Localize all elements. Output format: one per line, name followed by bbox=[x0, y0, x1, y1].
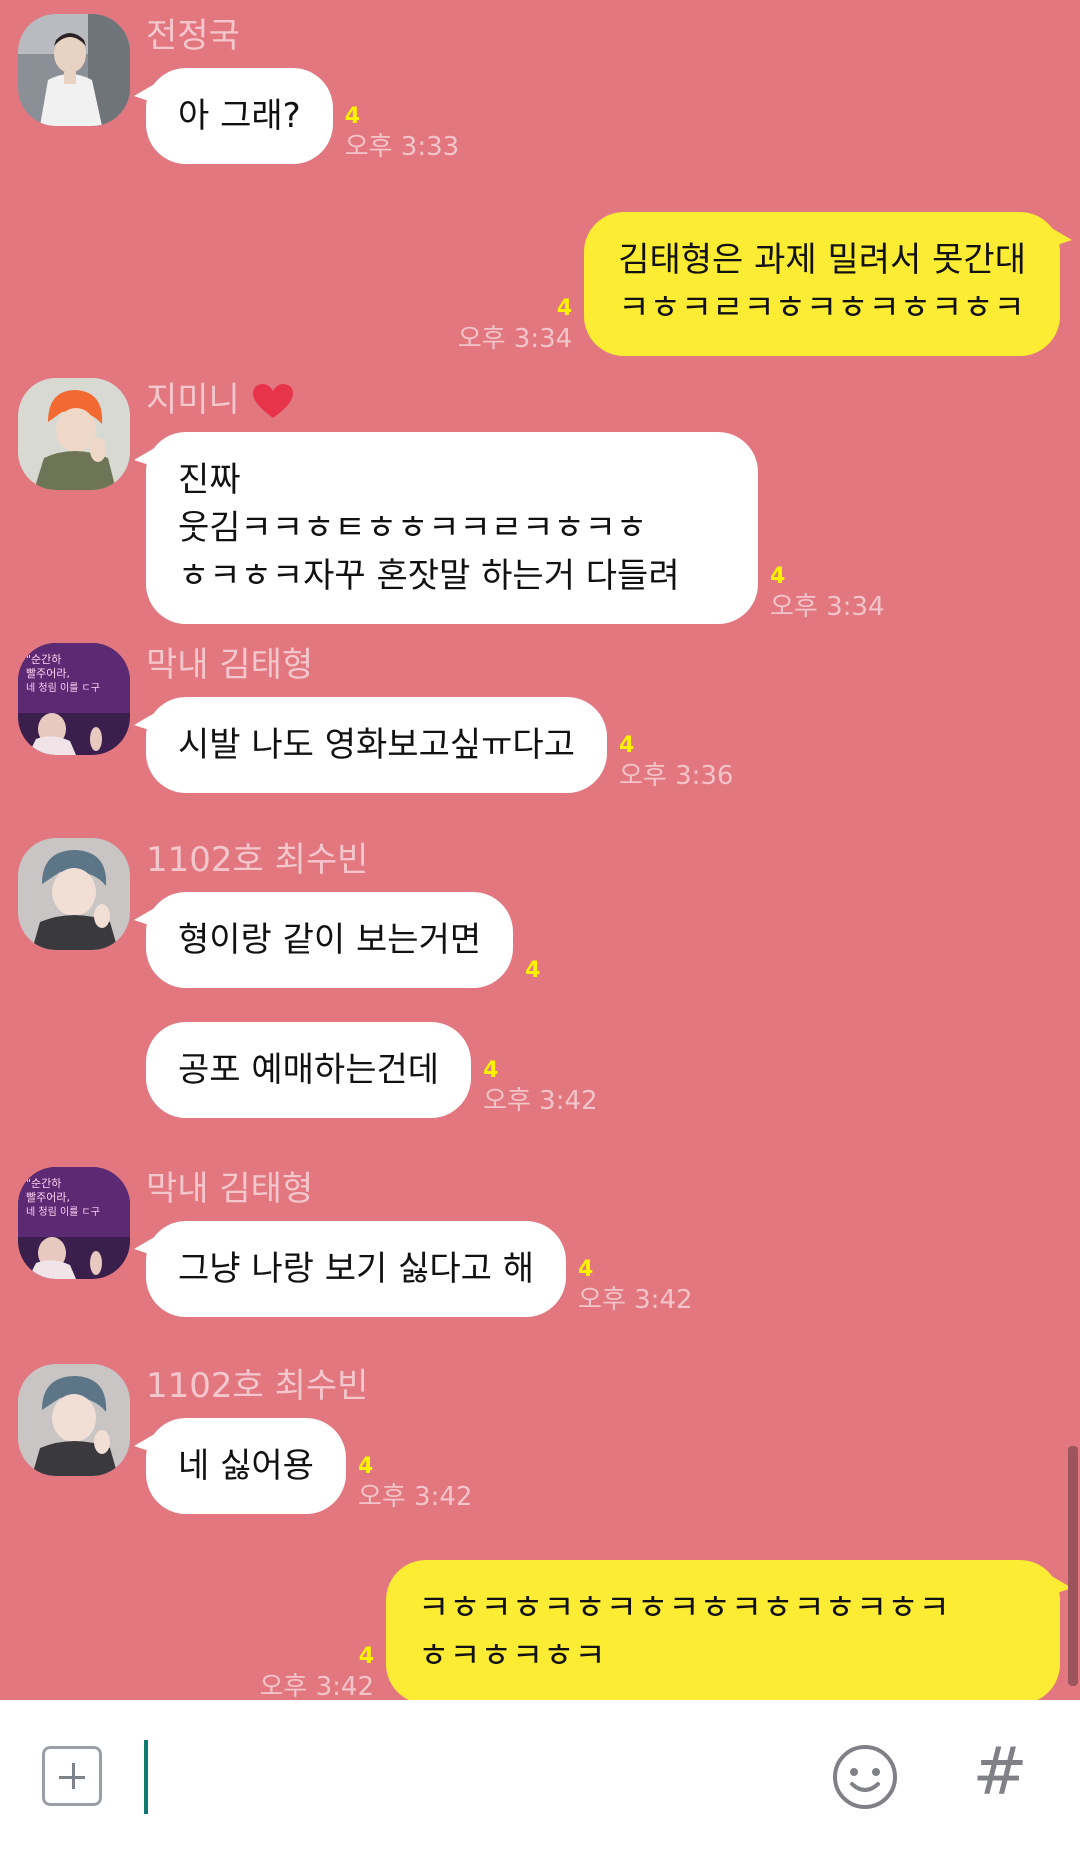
message-text: 공포 예매하는건데 bbox=[178, 1050, 440, 1090]
message-meta: 4 오후 3:42 bbox=[578, 1257, 693, 1317]
timestamp: 오후 3:36 bbox=[618, 761, 734, 791]
sender-name-text: 지미니 bbox=[146, 380, 240, 420]
message-text-line: ㅋㅎㅋㄹㅋㅎㅋㅎㅋㅎㅋㅎㅋ bbox=[618, 288, 1025, 328]
avatar-image bbox=[18, 838, 130, 950]
message-text: 그냥 나랑 보기 싫다고 해 bbox=[178, 1249, 535, 1289]
message-meta: 4 오후 3:34 bbox=[770, 564, 885, 624]
avatar-soobin[interactable] bbox=[18, 838, 130, 950]
message-row: 네 싫어용 4 오후 3:42 bbox=[134, 1418, 484, 1514]
message-input[interactable] bbox=[140, 1726, 784, 1828]
message-meta: 4 bbox=[525, 958, 540, 984]
message-text: 형이랑 같이 보는거면 bbox=[178, 920, 482, 960]
message-text-line: 진짜 bbox=[178, 460, 241, 500]
message-bubble[interactable]: 공포 예매하는건데 bbox=[146, 1022, 472, 1118]
hashtag-button[interactable]: # bbox=[970, 1732, 1030, 1812]
avatar-image bbox=[18, 378, 130, 490]
message-row: 아 그래? 4 오후 3:33 bbox=[134, 68, 471, 164]
unread-count: 4 bbox=[357, 1454, 374, 1479]
sender-name: 막내 김태형 bbox=[146, 1169, 314, 1209]
message-meta: 4 오후 3:33 bbox=[345, 104, 460, 164]
message-text-line: ㅎㅋㅎㅋ자꾸 혼잣말 하는거 다들려 bbox=[178, 556, 680, 596]
message-text-line: 웃김ㅋㅋㅎㅌㅎㅎㅋㅋㄹㅋㅎㅋㅎ bbox=[178, 508, 648, 548]
timestamp: 오후 3:34 bbox=[457, 324, 573, 354]
message-bubble[interactable]: 네 싫어용 bbox=[134, 1418, 346, 1514]
message-bubble[interactable]: 아 그래? bbox=[134, 68, 333, 164]
message-row: 그냥 나랑 보기 싫다고 해 4 오후 3:42 bbox=[133, 1221, 705, 1317]
sender-name: 1102호 최수빈 bbox=[146, 1366, 369, 1406]
sender-name: 1102호 최수빈 bbox=[146, 840, 369, 880]
emoji-face-icon[interactable] bbox=[832, 1744, 898, 1810]
message-meta: 4 오후 3:42 bbox=[483, 1058, 598, 1118]
message-text: 시발 나도 영화보고싶ㅠ다고 bbox=[178, 725, 575, 765]
timestamp: 오후 3:42 bbox=[259, 1672, 375, 1702]
message-input-bar: # bbox=[0, 1700, 1080, 1851]
message-bubble[interactable]: 시발 나도 영화보고싶ㅠ다고 bbox=[134, 697, 607, 793]
neon-text: "순간하 bbox=[26, 1176, 61, 1190]
message-row: 공포 예매하는건데 4 오후 3:42 bbox=[146, 1022, 610, 1118]
message-row: 김태형은 과제 밀려서 못간대 ㅋㅎㅋㄹㅋㅎㅋㅎㅋㅎㅋㅎㅋ 4 오후 3:34 bbox=[446, 212, 1072, 356]
heart-icon bbox=[252, 383, 293, 418]
unread-count: 4 bbox=[358, 1644, 374, 1669]
message-meta: 4 오후 3:42 bbox=[358, 1454, 473, 1514]
avatar-image bbox=[18, 1364, 130, 1476]
unread-count: 4 bbox=[483, 1058, 499, 1083]
timestamp: 오후 3:42 bbox=[578, 1285, 693, 1315]
message-bubble[interactable]: ㅋㅎㅋㅎㅋㅎㅋㅎㅋㅎㅋㅎㅋㅎㅋㅎㅋ ㅎㅋㅎㅋㅎㅋ bbox=[386, 1560, 1072, 1704]
message-bubble[interactable]: 형이랑 같이 보는거면 bbox=[133, 892, 514, 988]
message-bubble[interactable]: 진짜 웃김ㅋㅋㅎㅌㅎㅎㅋㅋㄹㅋㅎㅋㅎ ㅎㅋㅎㅋ자꾸 혼잣말 하는거 다들려 bbox=[134, 432, 758, 624]
avatar-taehyung[interactable]: "순간하 빨주어라, 네 청림 이를 ㄷ구 bbox=[18, 643, 130, 755]
message-row: ㅋㅎㅋㅎㅋㅎㅋㅎㅋㅎㅋㅎㅋㅎㅋㅎㅋ ㅎㅋㅎㅋㅎㅋ 4 오후 3:42 bbox=[248, 1560, 1072, 1704]
message-row: 진짜 웃김ㅋㅋㅎㅌㅎㅎㅋㅋㄹㅋㅎㅋㅎ ㅎㅋㅎㅋ자꾸 혼잣말 하는거 다들려 4 … bbox=[134, 432, 897, 624]
chat-area: 전정국 아 그래? 4 오후 3:33 김태형은 과제 밀려서 못간대 ㅋㅎㅋㄹ… bbox=[0, 0, 1080, 1704]
unread-count: 4 bbox=[556, 296, 573, 321]
neon-text: 네 청림 이를 ㄷ구 bbox=[26, 682, 100, 694]
timestamp: 오후 3:42 bbox=[357, 1482, 473, 1512]
message-text-line: ㅋㅎㅋㅎㅋㅎㅋㅎㅋㅎㅋㅎㅋㅎㅋㅎㅋ bbox=[418, 1588, 950, 1628]
neon-text: 빨주어라, bbox=[26, 667, 70, 680]
message-text: 네 싫어용 bbox=[178, 1446, 314, 1486]
sender-name: 지미니 bbox=[146, 378, 293, 422]
timestamp: 오후 3:33 bbox=[344, 132, 460, 162]
unread-count: 4 bbox=[618, 733, 635, 758]
message-meta: 4 오후 3:36 bbox=[619, 733, 734, 793]
message-meta: 4 오후 3:42 bbox=[260, 1644, 375, 1704]
message-text-line: 김태형은 과제 밀려서 못간대 bbox=[618, 240, 1026, 280]
avatar-image: "순간하 빨주어라, 네 청림 이를 ㄷ구 bbox=[18, 1167, 130, 1279]
avatar-image: "순간하 빨주어라, 네 청림 이를 ㄷ구 bbox=[18, 643, 130, 755]
neon-text: "순간하 bbox=[26, 652, 61, 666]
message-row: 시발 나도 영화보고싶ㅠ다고 4 오후 3:36 bbox=[134, 697, 745, 793]
avatar-jungkook[interactable] bbox=[18, 14, 130, 126]
unread-count: 4 bbox=[344, 104, 361, 129]
sender-name: 전정국 bbox=[146, 16, 240, 56]
plus-square-icon[interactable] bbox=[42, 1746, 102, 1806]
avatar-image bbox=[18, 14, 130, 126]
message-text-line: ㅎㅋㅎㅋㅎㅋ bbox=[418, 1636, 606, 1676]
avatar-jimin[interactable] bbox=[18, 378, 130, 490]
avatar-taehyung[interactable]: "순간하 빨주어라, 네 청림 이를 ㄷ구 bbox=[18, 1167, 130, 1279]
message-text: 아 그래? bbox=[178, 96, 301, 136]
timestamp: 오후 3:34 bbox=[770, 592, 885, 622]
neon-text: 네 청림 이를 ㄷ구 bbox=[26, 1206, 100, 1218]
unread-count: 4 bbox=[770, 564, 786, 589]
unread-count: 4 bbox=[525, 958, 541, 983]
neon-text: 빨주어라, bbox=[26, 1191, 70, 1204]
message-bubble[interactable]: 그냥 나랑 보기 싫다고 해 bbox=[133, 1221, 567, 1317]
message-row: 형이랑 같이 보는거면 4 bbox=[133, 892, 552, 988]
message-meta: 4 오후 3:34 bbox=[458, 296, 573, 356]
scrollbar-thumb[interactable] bbox=[1068, 1446, 1078, 1686]
unread-count: 4 bbox=[578, 1257, 594, 1282]
message-bubble[interactable]: 김태형은 과제 밀려서 못간대 ㅋㅎㅋㄹㅋㅎㅋㅎㅋㅎㅋㅎㅋ bbox=[584, 212, 1072, 356]
avatar-soobin[interactable] bbox=[18, 1364, 130, 1476]
sender-name: 막내 김태형 bbox=[146, 645, 314, 685]
timestamp: 오후 3:42 bbox=[483, 1086, 598, 1116]
